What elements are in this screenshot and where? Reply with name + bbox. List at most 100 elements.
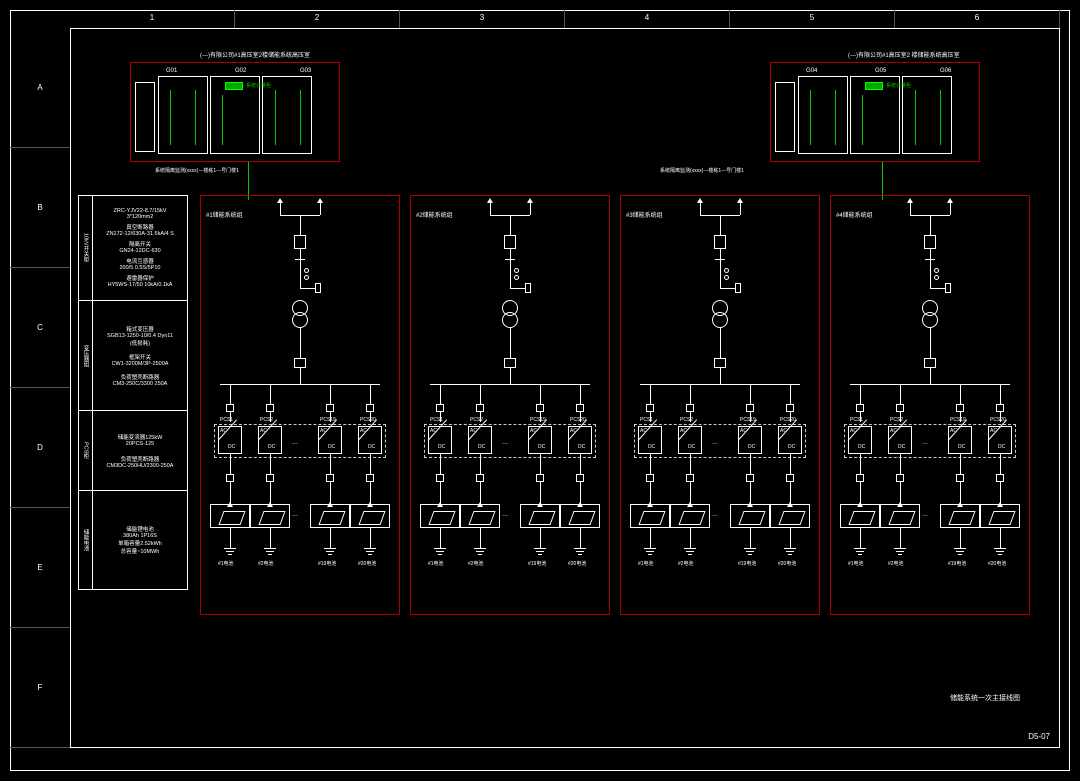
battery-box — [940, 504, 980, 528]
col-1: 1 — [70, 10, 235, 28]
pcs-label: PCS2 — [260, 417, 273, 423]
pcs-label: PCS20 — [360, 417, 376, 423]
spec-lvbrk: 框架开关 CW1-3200M/3P-2500A — [96, 353, 184, 367]
batt-label: #1电池 — [428, 560, 444, 567]
pcs-label: PCS2 — [680, 417, 693, 423]
batt-label: #20电池 — [988, 560, 1006, 567]
pcs-label: PCS1 — [430, 417, 443, 423]
cab-g04-box — [798, 76, 848, 154]
pcs-label: PCS20 — [570, 417, 586, 423]
pcs-label: PCS19 — [530, 417, 546, 423]
grp2: 变压器组 — [79, 301, 93, 410]
col-4: 4 — [565, 10, 730, 28]
batt-label: #1电池 — [218, 560, 234, 567]
hv-right-title: (---)有限公司#1高压室2 楼储能系统高压室 — [848, 50, 960, 59]
cab-g01-box — [158, 76, 208, 154]
branch-title-4: #4储能系统组 — [836, 210, 873, 219]
battery-box — [730, 504, 770, 528]
meter-right-icon — [865, 82, 883, 90]
row-b: B — [10, 148, 70, 268]
cab-g01: G01 — [166, 68, 177, 74]
row-a: A — [10, 28, 70, 148]
pcs-label: PCS19 — [740, 417, 756, 423]
pcs-label: PCS20 — [780, 417, 796, 423]
spec-batt: 储能锂电池 380Ah 1P16S 单箱容量2.52kWh 总容量~10MWh — [96, 525, 184, 555]
pcs-label: PCS19 — [950, 417, 966, 423]
spec-arr: 避雷器保护 HY5WS-17/50 10kA/0.1kA — [96, 274, 184, 288]
pcs-label: PCS19 — [320, 417, 336, 423]
cab-g05: G05 — [875, 68, 886, 74]
battery-box — [770, 504, 810, 528]
branch-title-1: #1储能系统组 — [206, 210, 243, 219]
battery-box — [670, 504, 710, 528]
drawing-no: D5-07 — [1028, 732, 1050, 741]
spec-cable: ZRC-YJV22-8.7/15kV 3*120mm2 — [96, 208, 184, 220]
cab-g03: G03 — [300, 68, 311, 74]
spec-tx: 箱式变压器 SGB13-1250-10/0.4 Dyn11 (低损耗) — [96, 325, 184, 347]
batt-label: #19电池 — [948, 560, 966, 567]
hv-left-title: (---)有限公司#1高压室2楼储能系统高压室 — [200, 50, 310, 59]
meter-left-lbl: 系统计量柜 — [246, 82, 271, 89]
spec-ct: 电流互感器 200/5 0.5S/5P10 — [96, 257, 184, 271]
row-e: E — [10, 508, 70, 628]
ruler-left: A B C D E F — [10, 28, 70, 748]
row-f: F — [10, 628, 70, 748]
battery-box — [350, 504, 390, 528]
battery-box — [520, 504, 560, 528]
col-5: 5 — [730, 10, 895, 28]
col-2: 2 — [235, 10, 400, 28]
pcs-label: PCS20 — [990, 417, 1006, 423]
hv-right-sub: 系统隔离监测(xxxx)---楼栋1---号门楼1 — [660, 167, 744, 174]
ruler-top: 1 2 3 4 5 6 — [70, 10, 1060, 28]
pcs-label: PCS1 — [850, 417, 863, 423]
batt-label: #19电池 — [528, 560, 546, 567]
grp1: 10kV开关柜 — [79, 196, 93, 300]
batt-label: #20电池 — [358, 560, 376, 567]
batt-label: #19电池 — [318, 560, 336, 567]
batt-label: #2电池 — [468, 560, 484, 567]
battery-box — [250, 504, 290, 528]
drawing-title: 储能系统一次主接线图 — [950, 693, 1020, 703]
battery-box — [420, 504, 460, 528]
branch-title-3: #3储能系统组 — [626, 210, 663, 219]
battery-box — [560, 504, 600, 528]
batt-label: #20电池 — [568, 560, 586, 567]
battery-box — [460, 504, 500, 528]
hv-right-side — [775, 82, 795, 152]
spec-pcsmccb: 负荷塑壳断路器 CM3DC-250HU/2300-250A — [96, 455, 184, 469]
spec-mccb: 负荷塑壳断路器 CM3-250C/3300 250A — [96, 373, 184, 387]
battery-box — [210, 504, 250, 528]
battery-box — [880, 504, 920, 528]
grp4: 储能电池 — [79, 491, 93, 589]
batt-label: #20电池 — [778, 560, 796, 567]
batt-label: #1电池 — [848, 560, 864, 567]
batt-label: #19电池 — [738, 560, 756, 567]
cab-g02: G02 — [235, 68, 246, 74]
grp3: PCS柜 — [79, 411, 93, 490]
battery-box — [980, 504, 1020, 528]
col-3: 3 — [400, 10, 565, 28]
col-6: 6 — [895, 10, 1060, 28]
row-c: C — [10, 268, 70, 388]
batt-label: #2电池 — [678, 560, 694, 567]
batt-label: #2电池 — [258, 560, 274, 567]
pcs-label: PCS2 — [470, 417, 483, 423]
meter-left-icon — [225, 82, 243, 90]
cab-g06: G06 — [940, 68, 951, 74]
row-d: D — [10, 388, 70, 508]
spec-pcs: 储能变流器125kW 20PCS-125 — [96, 433, 184, 447]
pcs-label: PCS1 — [220, 417, 233, 423]
hv-left-sub: 系统隔离监测(xxxx)---楼栋1---号门楼1 — [155, 167, 239, 174]
branch-title-2: #2储能系统组 — [416, 210, 453, 219]
batt-label: #2电池 — [888, 560, 904, 567]
pcs-label: PCS2 — [890, 417, 903, 423]
pcs-label: PCS1 — [640, 417, 653, 423]
cab-g04: G04 — [806, 68, 817, 74]
hv-left-side — [135, 82, 155, 152]
batt-label: #1电池 — [638, 560, 654, 567]
spec-table: 10kV开关柜 ZRC-YJV22-8.7/15kV 3*120mm2 真空断路… — [78, 195, 188, 590]
battery-box — [630, 504, 670, 528]
battery-box — [840, 504, 880, 528]
meter-right-lbl: 系统计量柜 — [886, 82, 911, 89]
spec-iso: 隔离开关 GN24-12DC-630 — [96, 240, 184, 254]
